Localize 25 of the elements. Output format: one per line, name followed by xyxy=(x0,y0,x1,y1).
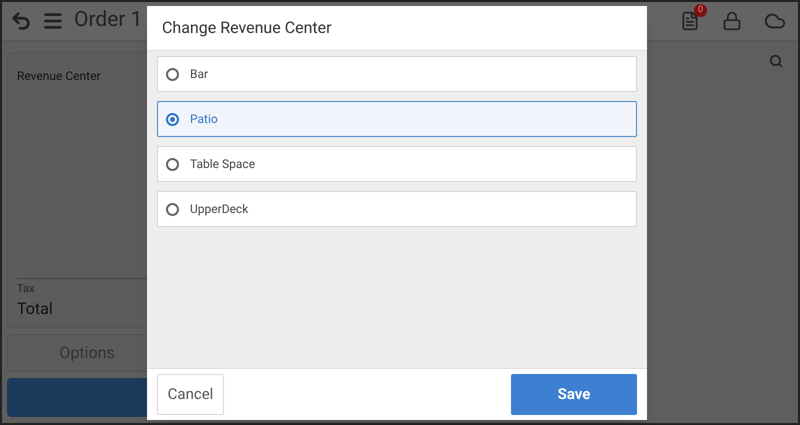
notification-badge: 0 xyxy=(694,4,707,17)
back-arrow-icon[interactable] xyxy=(10,10,32,32)
option-label: Bar xyxy=(190,66,208,83)
radio-button[interactable] xyxy=(166,68,179,80)
radio-button[interactable] xyxy=(166,202,179,216)
revenue-center-option[interactable]: Table Space xyxy=(157,146,637,182)
revenue-center-option[interactable]: UpperDeck xyxy=(157,191,637,227)
receipt-icon[interactable] xyxy=(680,11,700,31)
total-label: Total xyxy=(17,298,54,320)
dialog-title: Change Revenue Center xyxy=(162,17,332,39)
lock-icon[interactable] xyxy=(722,11,742,31)
revenue-center-option[interactable]: Patio xyxy=(157,101,637,137)
menu-icon[interactable] xyxy=(42,10,64,32)
option-label: Table Space xyxy=(190,156,256,173)
save-button[interactable]: Save xyxy=(511,374,637,415)
cancel-button[interactable]: Cancel xyxy=(157,374,224,415)
revenue-center-label: Revenue Center xyxy=(17,68,102,85)
option-label: Patio xyxy=(190,111,218,128)
radio-button[interactable] xyxy=(166,112,179,126)
option-label: UpperDeck xyxy=(190,201,248,218)
revenue-center-option[interactable]: Bar xyxy=(157,56,637,92)
radio-button[interactable] xyxy=(166,158,179,170)
tax-label: Tax xyxy=(17,280,36,296)
search-icon[interactable] xyxy=(769,54,783,68)
order-title: Order 1 xyxy=(74,7,142,34)
